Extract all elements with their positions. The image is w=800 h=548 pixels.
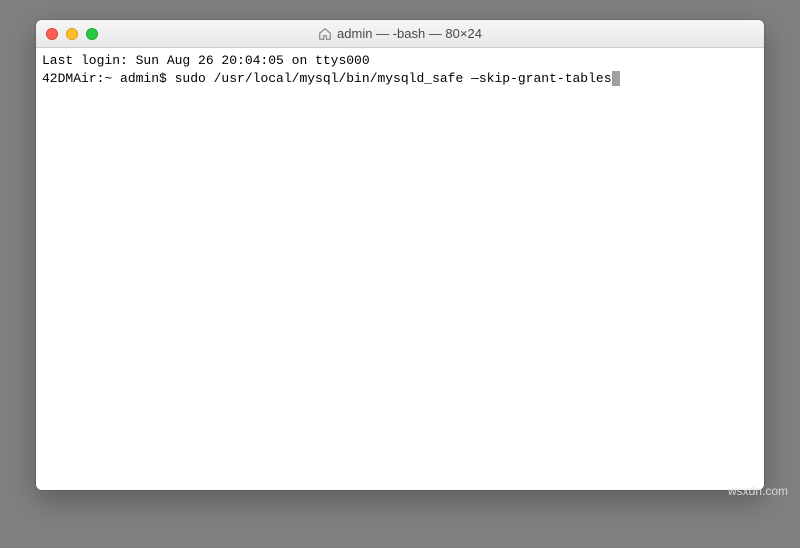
traffic-lights [46,28,98,40]
window-titlebar[interactable]: admin — -bash — 80×24 [36,20,764,48]
close-button[interactable] [46,28,58,40]
terminal-command: sudo /usr/local/mysql/bin/mysqld_safe —s… [175,71,612,86]
minimize-button[interactable] [66,28,78,40]
window-title: admin — -bash — 80×24 [337,26,482,41]
terminal-cursor [612,71,620,86]
home-icon [318,27,332,41]
terminal-line-login: Last login: Sun Aug 26 20:04:05 on ttys0… [42,52,758,70]
terminal-prompt: 42DMAir:~ admin$ [42,71,175,86]
terminal-content[interactable]: Last login: Sun Aug 26 20:04:05 on ttys0… [36,48,764,490]
maximize-button[interactable] [86,28,98,40]
terminal-window: admin — -bash — 80×24 Last login: Sun Au… [36,20,764,490]
watermark-text: wsxdn.com [728,484,788,498]
terminal-line-prompt: 42DMAir:~ admin$ sudo /usr/local/mysql/b… [42,70,758,88]
window-title-wrap: admin — -bash — 80×24 [36,26,764,41]
